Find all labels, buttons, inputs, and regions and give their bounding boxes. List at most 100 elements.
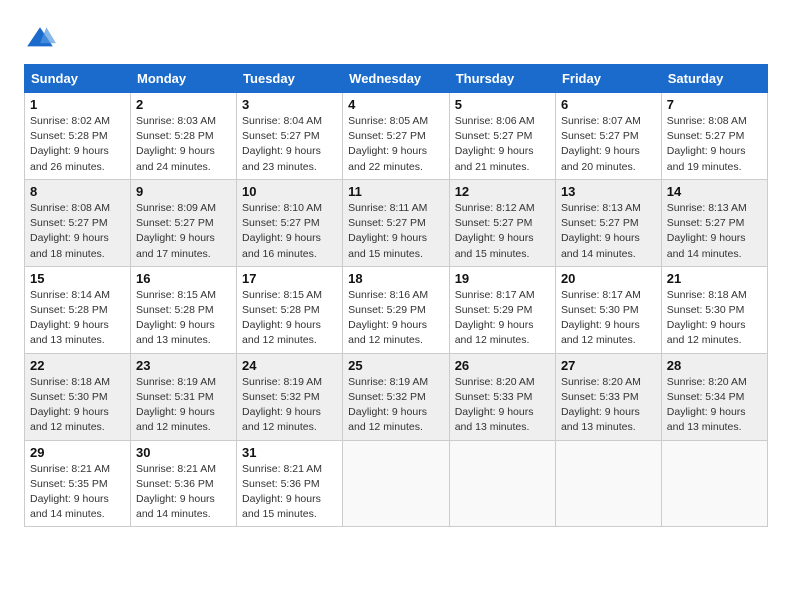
calendar-day-cell: 23 Sunrise: 8:19 AMSunset: 5:31 PMDaylig… (131, 353, 237, 440)
weekday-header-cell: Thursday (449, 65, 555, 93)
day-info: Sunrise: 8:15 AMSunset: 5:28 PMDaylight:… (242, 289, 322, 347)
day-info: Sunrise: 8:19 AMSunset: 5:32 PMDaylight:… (242, 376, 322, 434)
day-info: Sunrise: 8:21 AMSunset: 5:35 PMDaylight:… (30, 463, 110, 521)
weekday-header-cell: Saturday (661, 65, 767, 93)
calendar-day-cell: 11 Sunrise: 8:11 AMSunset: 5:27 PMDaylig… (343, 179, 450, 266)
day-info: Sunrise: 8:13 AMSunset: 5:27 PMDaylight:… (667, 202, 747, 260)
day-info: Sunrise: 8:17 AMSunset: 5:29 PMDaylight:… (455, 289, 535, 347)
calendar-body: 1 Sunrise: 8:02 AMSunset: 5:28 PMDayligh… (25, 93, 768, 527)
weekday-header-cell: Friday (555, 65, 661, 93)
calendar-day-cell: 22 Sunrise: 8:18 AMSunset: 5:30 PMDaylig… (25, 353, 131, 440)
day-number: 23 (136, 358, 231, 373)
day-number: 17 (242, 271, 337, 286)
weekday-header-row: SundayMondayTuesdayWednesdayThursdayFrid… (25, 65, 768, 93)
weekday-header-cell: Sunday (25, 65, 131, 93)
day-number: 25 (348, 358, 444, 373)
day-number: 3 (242, 97, 337, 112)
day-number: 2 (136, 97, 231, 112)
day-number: 7 (667, 97, 762, 112)
calendar-day-cell: 1 Sunrise: 8:02 AMSunset: 5:28 PMDayligh… (25, 93, 131, 180)
day-number: 13 (561, 184, 656, 199)
day-info: Sunrise: 8:03 AMSunset: 5:28 PMDaylight:… (136, 115, 216, 173)
day-info: Sunrise: 8:10 AMSunset: 5:27 PMDaylight:… (242, 202, 322, 260)
calendar-day-cell: 19 Sunrise: 8:17 AMSunset: 5:29 PMDaylig… (449, 266, 555, 353)
calendar-day-cell: 26 Sunrise: 8:20 AMSunset: 5:33 PMDaylig… (449, 353, 555, 440)
day-number: 28 (667, 358, 762, 373)
day-number: 19 (455, 271, 550, 286)
day-info: Sunrise: 8:21 AMSunset: 5:36 PMDaylight:… (242, 463, 322, 521)
weekday-header-cell: Wednesday (343, 65, 450, 93)
calendar-day-cell: 24 Sunrise: 8:19 AMSunset: 5:32 PMDaylig… (237, 353, 343, 440)
calendar-day-cell: 29 Sunrise: 8:21 AMSunset: 5:35 PMDaylig… (25, 440, 131, 527)
page-header (24, 20, 768, 56)
logo (24, 24, 60, 56)
calendar-week-row: 15 Sunrise: 8:14 AMSunset: 5:28 PMDaylig… (25, 266, 768, 353)
day-number: 30 (136, 445, 231, 460)
day-number: 20 (561, 271, 656, 286)
day-info: Sunrise: 8:20 AMSunset: 5:33 PMDaylight:… (455, 376, 535, 434)
day-info: Sunrise: 8:04 AMSunset: 5:27 PMDaylight:… (242, 115, 322, 173)
day-info: Sunrise: 8:05 AMSunset: 5:27 PMDaylight:… (348, 115, 428, 173)
day-number: 5 (455, 97, 550, 112)
day-number: 4 (348, 97, 444, 112)
day-info: Sunrise: 8:12 AMSunset: 5:27 PMDaylight:… (455, 202, 535, 260)
day-number: 14 (667, 184, 762, 199)
day-info: Sunrise: 8:11 AMSunset: 5:27 PMDaylight:… (348, 202, 427, 260)
day-info: Sunrise: 8:15 AMSunset: 5:28 PMDaylight:… (136, 289, 216, 347)
day-info: Sunrise: 8:07 AMSunset: 5:27 PMDaylight:… (561, 115, 641, 173)
calendar-day-cell: 28 Sunrise: 8:20 AMSunset: 5:34 PMDaylig… (661, 353, 767, 440)
day-number: 22 (30, 358, 125, 373)
calendar-day-cell: 25 Sunrise: 8:19 AMSunset: 5:32 PMDaylig… (343, 353, 450, 440)
day-info: Sunrise: 8:06 AMSunset: 5:27 PMDaylight:… (455, 115, 535, 173)
day-number: 27 (561, 358, 656, 373)
day-info: Sunrise: 8:19 AMSunset: 5:32 PMDaylight:… (348, 376, 428, 434)
day-number: 8 (30, 184, 125, 199)
calendar-day-cell (449, 440, 555, 527)
calendar-day-cell: 6 Sunrise: 8:07 AMSunset: 5:27 PMDayligh… (555, 93, 661, 180)
calendar-day-cell: 10 Sunrise: 8:10 AMSunset: 5:27 PMDaylig… (237, 179, 343, 266)
calendar-day-cell: 5 Sunrise: 8:06 AMSunset: 5:27 PMDayligh… (449, 93, 555, 180)
calendar-day-cell: 12 Sunrise: 8:12 AMSunset: 5:27 PMDaylig… (449, 179, 555, 266)
day-number: 1 (30, 97, 125, 112)
day-info: Sunrise: 8:21 AMSunset: 5:36 PMDaylight:… (136, 463, 216, 521)
calendar-day-cell: 8 Sunrise: 8:08 AMSunset: 5:27 PMDayligh… (25, 179, 131, 266)
calendar-day-cell: 17 Sunrise: 8:15 AMSunset: 5:28 PMDaylig… (237, 266, 343, 353)
day-number: 26 (455, 358, 550, 373)
day-number: 11 (348, 184, 444, 199)
calendar-day-cell: 16 Sunrise: 8:15 AMSunset: 5:28 PMDaylig… (131, 266, 237, 353)
day-info: Sunrise: 8:18 AMSunset: 5:30 PMDaylight:… (667, 289, 747, 347)
calendar-table: SundayMondayTuesdayWednesdayThursdayFrid… (24, 64, 768, 527)
calendar-day-cell: 4 Sunrise: 8:05 AMSunset: 5:27 PMDayligh… (343, 93, 450, 180)
day-info: Sunrise: 8:20 AMSunset: 5:33 PMDaylight:… (561, 376, 641, 434)
day-number: 12 (455, 184, 550, 199)
calendar-day-cell: 30 Sunrise: 8:21 AMSunset: 5:36 PMDaylig… (131, 440, 237, 527)
day-number: 24 (242, 358, 337, 373)
day-number: 9 (136, 184, 231, 199)
day-info: Sunrise: 8:18 AMSunset: 5:30 PMDaylight:… (30, 376, 110, 434)
day-info: Sunrise: 8:08 AMSunset: 5:27 PMDaylight:… (30, 202, 110, 260)
calendar-day-cell: 15 Sunrise: 8:14 AMSunset: 5:28 PMDaylig… (25, 266, 131, 353)
day-info: Sunrise: 8:17 AMSunset: 5:30 PMDaylight:… (561, 289, 641, 347)
weekday-header-cell: Tuesday (237, 65, 343, 93)
calendar-day-cell (343, 440, 450, 527)
logo-icon (24, 24, 56, 56)
day-number: 6 (561, 97, 656, 112)
day-info: Sunrise: 8:09 AMSunset: 5:27 PMDaylight:… (136, 202, 216, 260)
calendar-week-row: 29 Sunrise: 8:21 AMSunset: 5:35 PMDaylig… (25, 440, 768, 527)
calendar-day-cell: 18 Sunrise: 8:16 AMSunset: 5:29 PMDaylig… (343, 266, 450, 353)
calendar-day-cell (555, 440, 661, 527)
calendar-day-cell: 7 Sunrise: 8:08 AMSunset: 5:27 PMDayligh… (661, 93, 767, 180)
calendar-day-cell: 14 Sunrise: 8:13 AMSunset: 5:27 PMDaylig… (661, 179, 767, 266)
day-number: 29 (30, 445, 125, 460)
day-info: Sunrise: 8:20 AMSunset: 5:34 PMDaylight:… (667, 376, 747, 434)
calendar-day-cell: 27 Sunrise: 8:20 AMSunset: 5:33 PMDaylig… (555, 353, 661, 440)
day-info: Sunrise: 8:16 AMSunset: 5:29 PMDaylight:… (348, 289, 428, 347)
calendar-day-cell: 2 Sunrise: 8:03 AMSunset: 5:28 PMDayligh… (131, 93, 237, 180)
day-info: Sunrise: 8:13 AMSunset: 5:27 PMDaylight:… (561, 202, 641, 260)
calendar-week-row: 8 Sunrise: 8:08 AMSunset: 5:27 PMDayligh… (25, 179, 768, 266)
day-info: Sunrise: 8:08 AMSunset: 5:27 PMDaylight:… (667, 115, 747, 173)
day-number: 31 (242, 445, 337, 460)
calendar-day-cell: 21 Sunrise: 8:18 AMSunset: 5:30 PMDaylig… (661, 266, 767, 353)
day-info: Sunrise: 8:14 AMSunset: 5:28 PMDaylight:… (30, 289, 110, 347)
day-number: 15 (30, 271, 125, 286)
